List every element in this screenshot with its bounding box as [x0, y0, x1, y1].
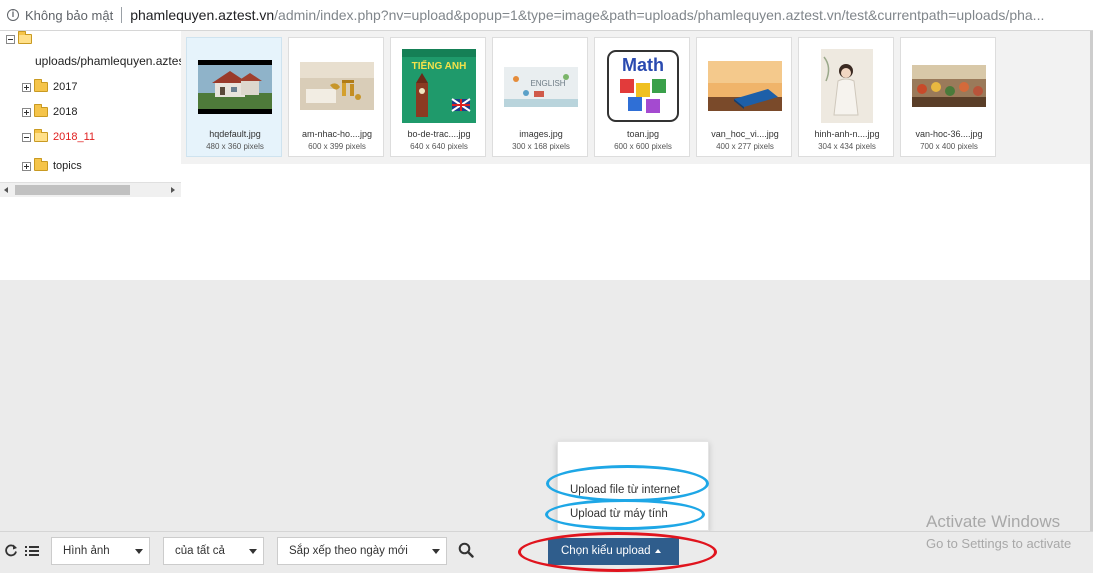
- file-manager-dialog: uploads/phamlequyen.aztes 2017 2018 2018…: [0, 31, 1093, 573]
- file-item[interactable]: Math toan.jpg 600 x 600 pixels: [594, 37, 690, 157]
- file-size: 600 x 600 pixels: [614, 142, 672, 151]
- file-size: 304 x 434 pixels: [818, 142, 876, 151]
- tree-item-label[interactable]: topics: [53, 160, 82, 172]
- url-path[interactable]: /admin/index.php?nv=upload&popup=1&type=…: [274, 7, 1044, 23]
- url-host[interactable]: phamlequyen.aztest.vn: [130, 7, 274, 23]
- owner-filter-select[interactable]: của tất cả: [163, 537, 264, 565]
- menu-upload-from-internet[interactable]: Upload file từ internet: [570, 484, 680, 496]
- file-name: hqdefault.jpg: [209, 129, 261, 139]
- file-item[interactable]: hinh-anh-n....jpg 304 x 434 pixels: [798, 37, 894, 157]
- tree-horizontal-scrollbar[interactable]: [0, 182, 181, 197]
- sort-select[interactable]: Sắp xếp theo ngày mới: [277, 537, 447, 565]
- tree-root[interactable]: uploads/phamlequyen.aztes: [35, 54, 181, 68]
- folder-icon: [34, 104, 48, 117]
- folder-tree: uploads/phamlequyen.aztes 2017 2018 2018…: [0, 31, 181, 201]
- file-size: 700 x 400 pixels: [920, 142, 978, 151]
- collapse-icon[interactable]: [6, 34, 15, 44]
- tree-item-topics[interactable]: topics: [22, 158, 82, 172]
- upload-button-label: Chọn kiểu upload: [561, 545, 651, 557]
- caret-up-icon: [654, 548, 661, 553]
- list-view-icon[interactable]: [25, 544, 39, 556]
- thumb-text-tieng-anh: TIẾNG ANH: [412, 59, 467, 72]
- file-name: hinh-anh-n....jpg: [814, 129, 880, 139]
- scroll-left-icon[interactable]: [4, 187, 8, 193]
- thumb-text-english: ENGLISH: [530, 79, 565, 88]
- chevron-down-icon: [249, 549, 257, 554]
- menu-upload-from-computer[interactable]: Upload từ máy tính: [570, 508, 668, 520]
- chevron-down-icon: [432, 549, 440, 554]
- upload-type-menu: Upload file từ internet Upload từ máy tí…: [557, 441, 709, 531]
- file-thumbnail[interactable]: [708, 49, 782, 123]
- refresh-icon[interactable]: [4, 543, 18, 557]
- owner-filter-value: của tất cả: [175, 545, 225, 557]
- tree-item-2017[interactable]: 2017: [22, 79, 77, 93]
- address-bar[interactable]: i Không bảo mật phamlequyen.aztest.vn/ad…: [0, 0, 1093, 31]
- file-item[interactable]: hqdefault.jpg 480 x 360 pixels: [186, 37, 282, 157]
- sort-value: Sắp xếp theo ngày mới: [289, 545, 408, 557]
- watermark-line2: Go to Settings to activate: [926, 536, 1072, 551]
- file-grid: hqdefault.jpg 480 x 360 pixels am-nhac-h…: [181, 31, 1090, 164]
- file-thumbnail[interactable]: [300, 49, 374, 123]
- file-name: images.jpg: [519, 129, 563, 139]
- file-item[interactable]: van-hoc-36....jpg 700 x 400 pixels: [900, 37, 996, 157]
- address-separator: [121, 7, 123, 23]
- file-name: van_hoc_vi....jpg: [711, 129, 779, 139]
- folder-open-icon: [18, 31, 32, 44]
- chevron-down-icon: [135, 549, 143, 554]
- type-filter-select[interactable]: Hình ảnh: [51, 537, 150, 565]
- tree-item-2018-11[interactable]: 2018_11: [22, 129, 95, 143]
- file-name: bo-de-trac....jpg: [407, 129, 471, 139]
- tree-item-2018[interactable]: 2018: [22, 104, 77, 118]
- file-size: 600 x 399 pixels: [308, 142, 366, 151]
- tree-root-toggle[interactable]: [6, 31, 37, 44]
- file-thumbnail[interactable]: [912, 49, 986, 123]
- expand-icon[interactable]: [22, 82, 31, 92]
- search-icon[interactable]: [458, 542, 474, 558]
- thumb-text-math: Math: [622, 55, 664, 75]
- file-thumbnail[interactable]: ENGLISH: [504, 49, 578, 123]
- folder-icon: [34, 79, 48, 92]
- file-thumbnail[interactable]: [810, 49, 884, 123]
- expand-icon[interactable]: [22, 161, 31, 171]
- tree-item-label[interactable]: 2018: [53, 106, 77, 118]
- file-thumbnail[interactable]: TIẾNG ANH: [402, 49, 476, 123]
- security-label[interactable]: Không bảo mật: [25, 8, 113, 23]
- file-name: toan.jpg: [626, 129, 660, 139]
- folder-icon: [34, 158, 48, 171]
- tree-item-label[interactable]: 2017: [53, 81, 77, 93]
- file-size: 480 x 360 pixels: [206, 142, 264, 151]
- file-size: 400 x 277 pixels: [716, 142, 774, 151]
- file-item[interactable]: ENGLISH images.jpg 300 x 168 pixels: [492, 37, 588, 157]
- tree-item-label-selected[interactable]: 2018_11: [53, 131, 95, 143]
- type-filter-value: Hình ảnh: [63, 545, 110, 557]
- choose-upload-type-button[interactable]: Chọn kiểu upload: [548, 538, 679, 565]
- file-item[interactable]: am-nhac-ho....jpg 600 x 399 pixels: [288, 37, 384, 157]
- activate-windows-watermark: Activate Windows Go to Settings to activ…: [926, 512, 1071, 551]
- file-thumbnail[interactable]: Math: [606, 49, 680, 123]
- file-size: 640 x 640 pixels: [410, 142, 468, 151]
- file-thumbnail[interactable]: [198, 49, 272, 123]
- file-item[interactable]: TIẾNG ANH bo-de-trac....jpg 640 x 640 pi…: [390, 37, 486, 157]
- file-item[interactable]: van_hoc_vi....jpg 400 x 277 pixels: [696, 37, 792, 157]
- expand-icon[interactable]: [22, 107, 31, 117]
- file-name: van-hoc-36....jpg: [915, 129, 983, 139]
- file-size: 300 x 168 pixels: [512, 142, 570, 151]
- watermark-line1: Activate Windows: [926, 512, 1061, 531]
- collapse-icon[interactable]: [22, 132, 31, 142]
- scroll-right-icon[interactable]: [171, 187, 175, 193]
- folder-open-icon: [34, 129, 48, 142]
- tree-root-label[interactable]: uploads/phamlequyen.aztes: [35, 54, 181, 68]
- info-icon[interactable]: i: [7, 9, 19, 21]
- file-name: am-nhac-ho....jpg: [301, 129, 373, 139]
- scroll-thumb[interactable]: [15, 185, 130, 195]
